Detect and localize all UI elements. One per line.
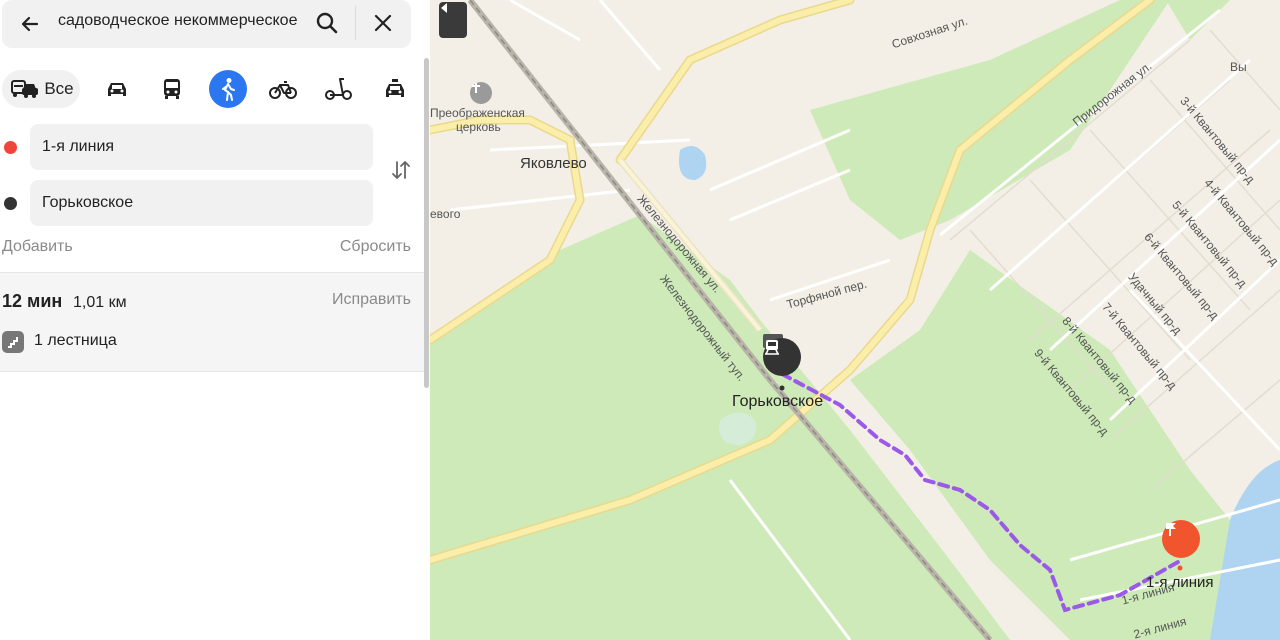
taxi-icon <box>386 79 404 97</box>
label-top-right-cut: Вы <box>1230 60 1247 74</box>
panel-scrollbar[interactable] <box>424 58 429 388</box>
mode-car-button[interactable] <box>98 70 136 108</box>
search-divider <box>355 6 356 40</box>
triangle-left-icon <box>441 3 447 13</box>
waypoint-end: Горьковское <box>0 180 420 226</box>
mode-pedestrian-button[interactable] <box>209 70 247 108</box>
end-dot-icon <box>4 197 17 210</box>
train-icon <box>765 340 779 355</box>
route-distance: 1,01 км <box>73 294 127 311</box>
label-station: Горьковское <box>732 393 824 410</box>
route-time: 12 мин <box>2 291 63 311</box>
reset-link[interactable]: Сбросить <box>340 238 411 256</box>
fix-route-link[interactable]: Исправить <box>332 291 411 309</box>
label-church-2: церковь <box>456 120 501 134</box>
car-icon <box>108 83 126 96</box>
car-bus-icon <box>11 80 39 98</box>
route-stairs: 1 лестница <box>34 332 117 349</box>
arrow-left-icon <box>21 16 39 32</box>
pedestrian-icon <box>222 78 235 101</box>
mode-bicycle-button[interactable] <box>264 70 302 108</box>
stairs-icon <box>2 331 24 353</box>
search-button[interactable] <box>312 8 342 38</box>
collapse-panel-button[interactable] <box>439 2 467 38</box>
route-actions: Добавить Сбросить <box>0 238 420 260</box>
end-field[interactable]: Горьковское <box>30 180 373 226</box>
close-icon <box>374 14 392 32</box>
bus-icon <box>164 79 180 99</box>
swap-button[interactable] <box>388 156 414 184</box>
waypoint-start: 1-я линия <box>0 124 420 170</box>
swap-icon <box>392 161 410 179</box>
church-icon[interactable] <box>470 82 492 104</box>
map[interactable]: Преображенская церковь Яковлево евого Вы… <box>430 0 1280 640</box>
mode-scooter-button[interactable] <box>320 70 358 108</box>
route-panel: садоводческое некоммерческое Все 1-я лин… <box>0 0 430 640</box>
label-left-cut: евого <box>430 207 461 221</box>
transport-modes: Все <box>0 68 420 110</box>
flag-icon <box>1166 523 1176 536</box>
label-finish: 1-я линия <box>1146 574 1214 591</box>
label-village: Яковлево <box>520 155 587 172</box>
mode-all-label: Все <box>44 79 74 98</box>
mode-all-button[interactable]: Все <box>2 70 80 108</box>
search-bar: садоводческое некоммерческое <box>2 0 411 48</box>
start-dot-icon <box>4 141 17 154</box>
route-option[interactable]: 12 мин 1,01 км Исправить 1 лестница <box>0 272 424 372</box>
scooter-icon <box>325 78 352 100</box>
bicycle-icon <box>269 81 297 99</box>
start-field[interactable]: 1-я линия <box>30 124 373 170</box>
mode-bus-button[interactable] <box>153 70 191 108</box>
station-pin[interactable] <box>763 338 801 376</box>
finish-pin[interactable] <box>1162 520 1200 558</box>
magnifier-icon <box>316 12 338 34</box>
add-waypoint-link[interactable]: Добавить <box>2 238 73 256</box>
back-button[interactable] <box>16 10 44 38</box>
mode-taxi-button[interactable] <box>376 70 414 108</box>
label-church-1: Преображенская <box>430 106 525 120</box>
map-canvas <box>430 0 1280 640</box>
search-query[interactable]: садоводческое некоммерческое <box>58 0 302 48</box>
close-button[interactable] <box>368 8 398 38</box>
